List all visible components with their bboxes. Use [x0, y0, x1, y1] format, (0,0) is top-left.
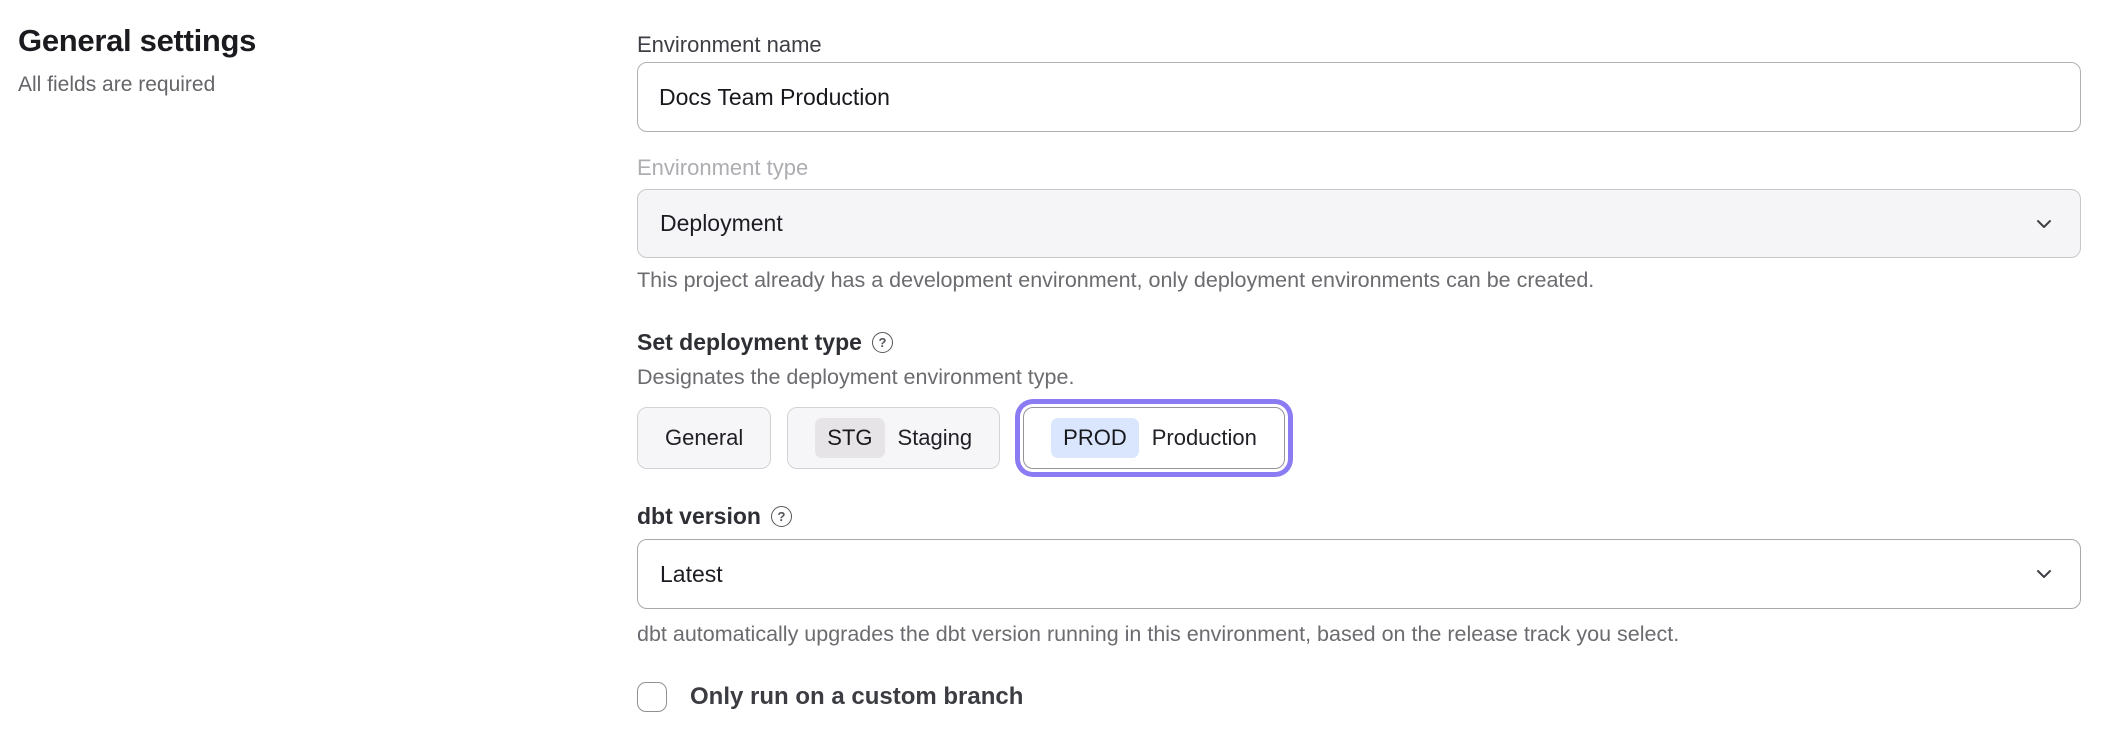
deployment-type-production-button[interactable]: PROD Production: [1023, 407, 1285, 469]
deployment-type-general-button[interactable]: General: [637, 407, 771, 469]
staging-badge: STG: [815, 418, 884, 458]
help-icon[interactable]: ?: [872, 332, 893, 353]
page-title: General settings: [18, 21, 578, 61]
help-icon[interactable]: ?: [771, 506, 792, 527]
deployment-type-description: Designates the deployment environment ty…: [637, 364, 2081, 390]
environment-type-label: Environment type: [637, 155, 2081, 181]
custom-branch-row: Only run on a custom branch: [637, 682, 2081, 712]
production-badge: PROD: [1051, 418, 1139, 458]
deployment-type-staging-button[interactable]: STG Staging: [787, 407, 1000, 469]
environment-settings-form: Environment name Environment type Deploy…: [637, 0, 2081, 712]
custom-branch-label[interactable]: Only run on a custom branch: [690, 682, 1023, 712]
dbt-version-label-row: dbt version ?: [637, 502, 2081, 530]
environment-type-value: Deployment: [638, 212, 783, 235]
custom-branch-checkbox[interactable]: [637, 682, 667, 712]
dbt-version-select[interactable]: Latest: [637, 539, 2081, 609]
deployment-type-production-label: Production: [1152, 425, 1257, 451]
settings-header: General settings All fields are required: [18, 21, 578, 98]
dbt-version-value: Latest: [638, 563, 723, 586]
environment-name-label: Environment name: [637, 32, 2081, 58]
deployment-type-label-row: Set deployment type ?: [637, 328, 2081, 356]
deployment-type-general-label: General: [665, 425, 743, 451]
chevron-down-icon: [2034, 214, 2054, 234]
deployment-type-options: General STG Staging PROD Production: [637, 407, 2081, 469]
page-subtitle: All fields are required: [18, 72, 578, 98]
deployment-type-label: Set deployment type: [637, 328, 862, 356]
deployment-type-staging-label: Staging: [898, 425, 973, 451]
environment-type-helper: This project already has a development e…: [637, 268, 2081, 292]
environment-name-input[interactable]: [637, 62, 2081, 132]
dbt-version-label: dbt version: [637, 502, 761, 530]
chevron-down-icon: [2034, 564, 2054, 584]
dbt-version-helper: dbt automatically upgrades the dbt versi…: [637, 622, 2081, 646]
general-settings-page: General settings All fields are required…: [0, 0, 2110, 742]
environment-type-select[interactable]: Deployment: [637, 189, 2081, 258]
